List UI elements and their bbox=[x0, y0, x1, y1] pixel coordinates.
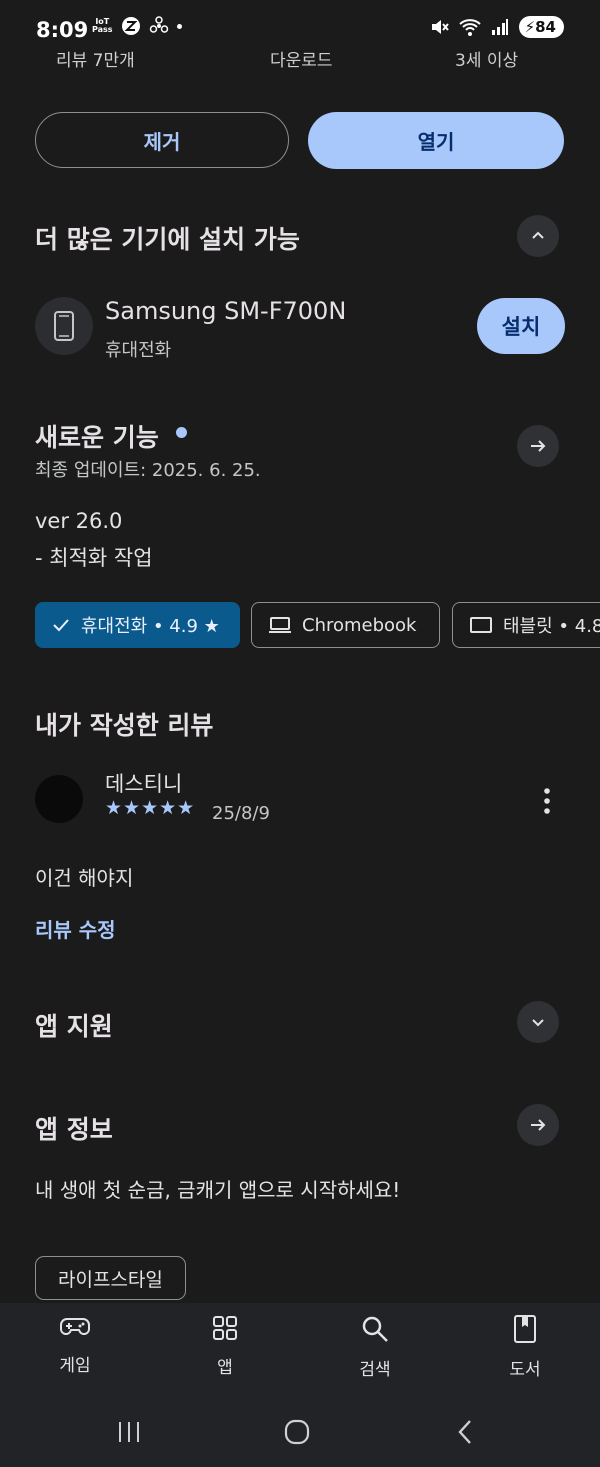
laptop-icon bbox=[269, 617, 291, 633]
expand-support-button[interactable] bbox=[517, 1001, 559, 1043]
more-devices-title: 더 많은 기기에 설치 가능 bbox=[35, 225, 300, 254]
my-review-title: 내가 작성한 리뷰 bbox=[35, 711, 214, 740]
status-time: 8:09 bbox=[36, 18, 89, 42]
chip-chromebook[interactable]: Chromebook bbox=[251, 602, 440, 648]
review-text: 이건 해야지 bbox=[35, 866, 134, 890]
home-icon[interactable] bbox=[284, 1419, 310, 1445]
bottom-nav: 게임 앱 검색 도서 bbox=[0, 1303, 600, 1467]
category-tag[interactable]: 라이프스타일 bbox=[35, 1256, 186, 1300]
install-button[interactable]: 설치 bbox=[477, 298, 565, 354]
app-info-arrow-button[interactable] bbox=[517, 1104, 559, 1146]
version-text: ver 26.0 bbox=[35, 509, 123, 533]
whats-new-title: 새로운 기능 bbox=[35, 423, 159, 452]
avatar bbox=[35, 775, 83, 823]
device-type: 휴대전화 bbox=[105, 340, 172, 361]
apps-grid-icon bbox=[213, 1316, 237, 1340]
signal-icon bbox=[491, 19, 508, 35]
chevron-down-icon bbox=[532, 1019, 544, 1027]
downloads-label: 다운로드 bbox=[270, 51, 333, 68]
app-info-title: 앱 정보 bbox=[35, 1115, 113, 1144]
more-options-button[interactable] bbox=[532, 786, 562, 816]
battery-indicator: ⚡84 bbox=[518, 16, 564, 38]
review-date: 25/8/9 bbox=[212, 803, 270, 824]
reviews-count: 리뷰 7만개 bbox=[56, 51, 135, 68]
tablet-icon bbox=[470, 617, 492, 633]
app-description: 내 생애 첫 순금, 금캐기 앱으로 시작하세요! bbox=[35, 1178, 401, 1202]
nav-games[interactable]: 게임 bbox=[25, 1315, 125, 1376]
dot-icon bbox=[176, 23, 182, 29]
chip-tablet[interactable]: 태블릿 • 4.8 bbox=[452, 602, 600, 648]
device-avatar bbox=[35, 297, 93, 355]
update-note: - 최적화 작업 bbox=[35, 546, 153, 570]
fan-icon bbox=[149, 16, 168, 33]
arrow-right-icon bbox=[531, 1119, 546, 1131]
whats-new-arrow-button[interactable] bbox=[517, 425, 559, 467]
search-icon bbox=[362, 1316, 388, 1342]
stats-row: 리뷰 7만개 다운로드 3세 이상 bbox=[0, 40, 600, 68]
rating-stars: ★★★★★ bbox=[105, 797, 196, 819]
nav-search[interactable]: 검색 bbox=[325, 1315, 425, 1380]
reviewer-name: 데스티니 bbox=[105, 772, 183, 796]
recent-apps-icon[interactable] bbox=[117, 1421, 141, 1443]
more-vert-icon bbox=[544, 788, 550, 814]
mute-icon bbox=[431, 20, 449, 34]
wifi-icon bbox=[458, 19, 481, 36]
back-icon[interactable] bbox=[456, 1419, 474, 1445]
last-updated: 최종 업데이트: 2025. 6. 25. bbox=[35, 460, 261, 481]
app-support-title: 앱 지원 bbox=[35, 1012, 113, 1041]
iot-pass-icon: IoT Pass bbox=[92, 17, 113, 34]
check-icon bbox=[53, 619, 69, 632]
phone-icon bbox=[54, 311, 74, 341]
device-name: Samsung SM-F700N bbox=[105, 297, 347, 325]
arrow-right-icon bbox=[531, 440, 546, 452]
new-dot-icon bbox=[176, 427, 187, 438]
chevron-up-icon bbox=[532, 231, 544, 239]
age-rating: 3세 이상 bbox=[455, 51, 519, 68]
open-button[interactable]: 열기 bbox=[308, 112, 564, 169]
nav-books[interactable]: 도서 bbox=[475, 1315, 575, 1380]
status-icons-right: ⚡84 bbox=[429, 16, 564, 38]
gamepad-icon bbox=[60, 1318, 90, 1335]
nav-apps[interactable]: 앱 bbox=[175, 1315, 275, 1378]
collapse-button[interactable] bbox=[517, 215, 559, 257]
book-icon bbox=[514, 1315, 536, 1343]
edit-review-link[interactable]: 리뷰 수정 bbox=[35, 914, 116, 943]
chip-phone[interactable]: 휴대전화 • 4.9 ★ bbox=[35, 602, 240, 648]
status-icons-left: IoT Pass bbox=[92, 16, 182, 36]
circle-z-icon bbox=[121, 17, 140, 35]
uninstall-button[interactable]: 제거 bbox=[35, 112, 289, 168]
